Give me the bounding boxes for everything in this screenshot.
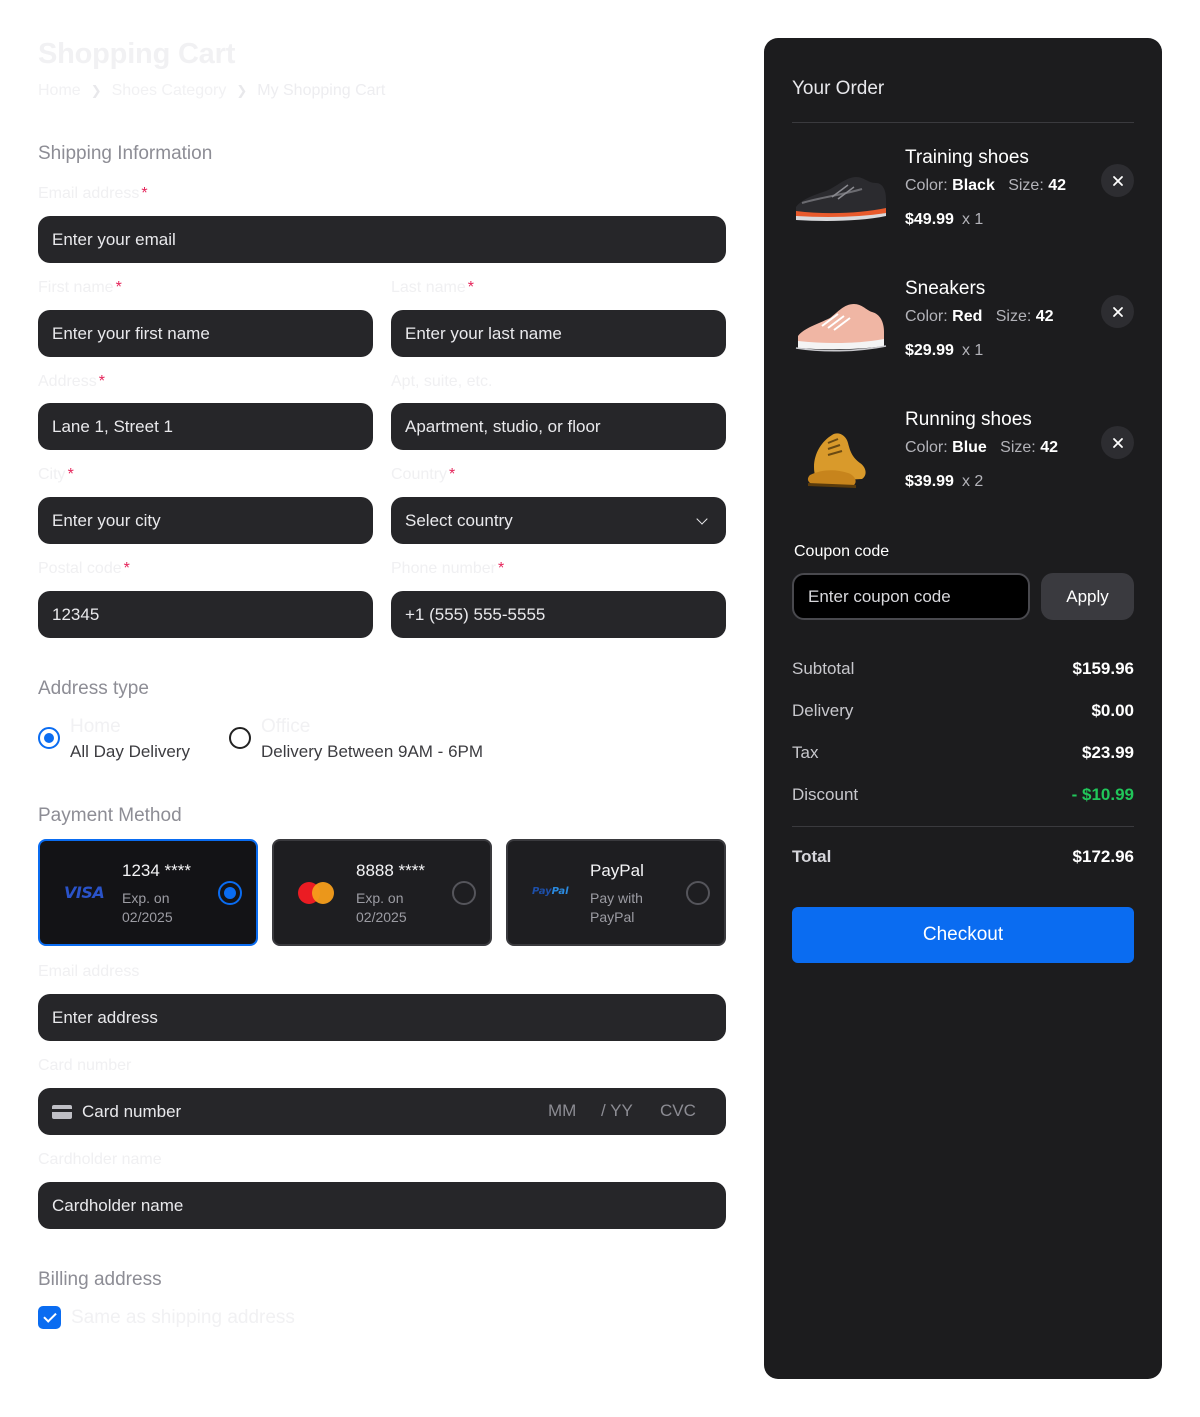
radio-office[interactable]	[229, 727, 251, 749]
card-number-placeholder: Card number	[82, 1101, 182, 1121]
email-field[interactable]: Enter your email	[38, 216, 726, 263]
card-number-masked: 8888 ****	[356, 861, 426, 880]
postal-code-field[interactable]: 12345	[38, 591, 373, 638]
country-label: Country *	[391, 466, 456, 483]
breadcrumb-home[interactable]: Home	[38, 82, 81, 100]
city-field[interactable]: Enter your city	[38, 497, 373, 544]
chevron-right-icon: ❯	[236, 83, 248, 98]
breadcrumb-category[interactable]: Shoes Category	[112, 82, 227, 100]
item-name: Training shoes	[905, 147, 1029, 168]
first-name-label: First name *	[38, 279, 122, 296]
close-icon	[1112, 306, 1123, 317]
order-summary-panel: Your Order Training shoes Color: Black S…	[764, 38, 1162, 1379]
address-type-office-desc: Delivery Between 9AM - 6PM	[261, 742, 484, 761]
training-shoe-image	[796, 177, 886, 221]
apply-coupon-button[interactable]: Apply	[1041, 573, 1134, 620]
last-name-field[interactable]: Enter your last name	[391, 310, 726, 357]
country-select[interactable]: Select country	[391, 497, 726, 544]
item-price: $39.99 x 2	[905, 473, 984, 490]
address-type-office-label: Office	[261, 716, 311, 737]
item-attributes: Color: Black Size: 42	[905, 177, 1067, 194]
radio-mastercard[interactable]	[452, 881, 476, 905]
billing-address-title: Billing address	[38, 1269, 162, 1290]
running-shoe-image	[807, 433, 866, 488]
address-type-title: Address type	[38, 678, 149, 699]
payment-card-paypal[interactable]: PayPal PayPal Pay with PayPal	[506, 839, 726, 946]
credit-card-icon	[52, 1104, 72, 1119]
paypal-title: PayPal	[590, 861, 644, 880]
mastercard-logo-icon	[298, 882, 334, 904]
address-type-home[interactable]: Home All Day Delivery	[38, 716, 190, 763]
same-as-shipping-checkbox[interactable]	[38, 1306, 61, 1329]
item-price: $49.99 x 1	[905, 211, 984, 228]
divider	[792, 122, 1134, 123]
item-name: Running shoes	[905, 409, 1032, 430]
divider	[792, 826, 1134, 827]
first-name-field[interactable]: Enter your first name	[38, 310, 373, 357]
breadcrumb: Home ❯ Shoes Category ❯ My Shopping Cart	[38, 82, 385, 100]
radio-home[interactable]	[38, 727, 60, 749]
address-type-office[interactable]: Office Delivery Between 9AM - 6PM	[229, 716, 484, 763]
visa-logo-icon: VISA	[64, 883, 105, 902]
payment-method-title: Payment Method	[38, 805, 182, 826]
radio-visa[interactable]	[218, 881, 242, 905]
email-label: Email address *	[38, 185, 148, 202]
shipping-section-title: Shipping Information	[38, 143, 213, 164]
cart-item: Training shoes Color: Black Size: 42 $49…	[792, 147, 1134, 247]
summary-delivery: Delivery $0.00	[792, 701, 1134, 720]
address-label: Address *	[38, 373, 105, 390]
card-expiry: Exp. on 02/2025	[356, 890, 407, 925]
card-number-masked: 1234 ****	[122, 861, 192, 880]
sneaker-image	[795, 304, 887, 352]
checkout-button[interactable]: Checkout	[792, 907, 1134, 963]
summary-discount: Discount - $10.99	[792, 785, 1134, 804]
payment-email-label: Email address	[38, 963, 140, 980]
close-icon	[1112, 175, 1123, 186]
page-title: Shopping Cart	[38, 38, 236, 70]
card-expiry-year[interactable]: / YY	[601, 1101, 633, 1121]
apt-label: Apt, suite, etc.	[391, 373, 493, 390]
card-expiry-month[interactable]: MM	[548, 1101, 576, 1121]
chevron-right-icon: ❯	[90, 83, 102, 98]
cart-item: Running shoes Color: Blue Size: 42 $39.9…	[792, 409, 1134, 509]
item-attributes: Color: Blue Size: 42	[905, 439, 1058, 456]
remove-item-button[interactable]	[1101, 295, 1134, 328]
breadcrumb-current: My Shopping Cart	[257, 82, 386, 99]
order-title: Your Order	[792, 78, 885, 99]
card-number-field[interactable]: Card number MM / YY CVC	[38, 1088, 726, 1135]
close-icon	[1112, 437, 1123, 448]
card-cvc[interactable]: CVC	[660, 1101, 696, 1121]
phone-field[interactable]: +1 (555) 555-5555	[391, 591, 726, 638]
cardholder-label: Cardholder name	[38, 1151, 162, 1168]
address-field[interactable]: Lane 1, Street 1	[38, 403, 373, 450]
item-attributes: Color: Red Size: 42	[905, 308, 1054, 325]
phone-label: Phone number *	[391, 560, 505, 577]
payment-card-mastercard[interactable]: 8888 **** Exp. on 02/2025	[272, 839, 492, 946]
paypal-logo-icon: PayPal	[532, 886, 569, 897]
payment-card-visa[interactable]: VISA 1234 **** Exp. on 02/2025	[38, 839, 258, 946]
cart-item: Sneakers Color: Red Size: 42 $29.99 x 1	[792, 278, 1134, 378]
address-type-home-desc: All Day Delivery	[70, 742, 190, 761]
cardholder-field[interactable]: Cardholder name	[38, 1182, 726, 1229]
address-type-home-label: Home	[70, 716, 121, 737]
item-name: Sneakers	[905, 278, 986, 299]
paypal-desc: Pay with PayPal	[590, 890, 643, 925]
summary-total: Total $172.96	[792, 847, 1134, 866]
card-expiry: Exp. on 02/2025	[122, 890, 173, 925]
card-number-label: Card number	[38, 1057, 132, 1074]
same-as-shipping-label[interactable]: Same as shipping address	[71, 1307, 295, 1329]
remove-item-button[interactable]	[1101, 426, 1134, 459]
postal-code-label: Postal code *	[38, 560, 130, 577]
summary-subtotal: Subtotal $159.96	[792, 659, 1134, 678]
radio-paypal[interactable]	[686, 881, 710, 905]
apt-field[interactable]: Apartment, studio, or floor	[391, 403, 726, 450]
payment-email-field[interactable]: Enter address	[38, 994, 726, 1041]
coupon-code-label: Coupon code	[794, 543, 890, 560]
city-label: City *	[38, 466, 74, 483]
coupon-code-input[interactable]: Enter coupon code	[792, 573, 1030, 620]
last-name-label: Last name *	[391, 279, 474, 296]
remove-item-button[interactable]	[1101, 164, 1134, 197]
item-price: $29.99 x 1	[905, 342, 984, 359]
summary-tax: Tax $23.99	[792, 743, 1134, 762]
